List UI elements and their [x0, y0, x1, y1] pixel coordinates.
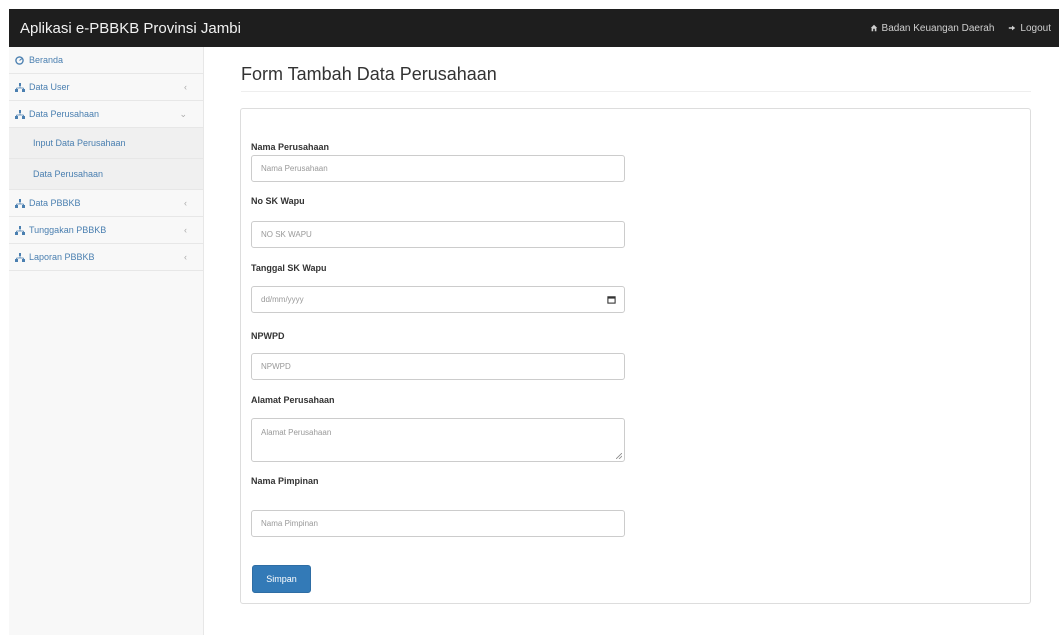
- user-label: Badan Keuangan Daerah: [881, 22, 995, 34]
- sidebar-item-beranda[interactable]: Beranda: [9, 47, 203, 74]
- sign-out-icon: [1009, 25, 1016, 31]
- nama-perusahaan-input[interactable]: Nama Perusahaan: [251, 155, 625, 182]
- field-label-tanggal-sk-wapu: Tanggal SK Wapu: [251, 263, 327, 273]
- sitemap-icon: [14, 82, 25, 93]
- calendar-icon[interactable]: [607, 295, 616, 304]
- field-label-alamat-perusahaan: Alamat Perusahaan: [251, 395, 335, 405]
- sitemap-icon: [14, 198, 25, 209]
- chevron-left-icon: ‹: [184, 252, 187, 262]
- sidebar: Beranda Data User ‹ Data Perusahaan ⌄ In…: [9, 47, 204, 635]
- resize-handle-icon[interactable]: [616, 453, 622, 459]
- input-placeholder: Alamat Perusahaan: [261, 428, 332, 437]
- title-divider: [241, 91, 1031, 92]
- user-link[interactable]: Badan Keuangan Daerah: [870, 22, 995, 34]
- chevron-left-icon: ‹: [184, 198, 187, 208]
- nama-pimpinan-input[interactable]: Nama Pimpinan: [251, 510, 625, 537]
- sidebar-item-label: Beranda: [29, 55, 64, 65]
- logout-link[interactable]: Logout: [1008, 23, 1051, 34]
- home-icon: [870, 24, 877, 32]
- sidebar-item-data-perusahaan[interactable]: Data Perusahaan ⌄: [9, 101, 203, 128]
- field-label-no-sk-wapu: No SK Wapu: [251, 196, 305, 206]
- top-navbar: Aplikasi e-PBBKB Provinsi Jambi Badan Ke…: [9, 9, 1059, 47]
- sitemap-icon: [14, 252, 25, 263]
- input-placeholder: dd/mm/yyyy: [261, 295, 304, 304]
- sidebar-item-data-pbbkb[interactable]: Data PBBKB ‹: [9, 190, 203, 217]
- field-label-npwpd: NPWPD: [251, 331, 285, 341]
- chevron-left-icon: ‹: [184, 82, 187, 92]
- input-placeholder: NPWPD: [261, 362, 291, 371]
- tanggal-sk-wapu-date-input[interactable]: dd/mm/yyyy: [251, 286, 625, 313]
- top-right-links: Badan Keuangan Daerah Logout: [870, 23, 1059, 34]
- field-label-nama-pimpinan: Nama Pimpinan: [251, 476, 319, 486]
- input-placeholder: Nama Perusahaan: [261, 164, 328, 173]
- sidebar-item-label: Tunggakan PBBKB: [29, 225, 107, 235]
- dashboard-icon: [14, 55, 25, 66]
- input-placeholder: NO SK WAPU: [261, 230, 312, 239]
- no-sk-wapu-input[interactable]: NO SK WAPU: [251, 221, 625, 248]
- simpan-button[interactable]: Simpan: [252, 565, 311, 593]
- input-placeholder: Nama Pimpinan: [261, 519, 318, 528]
- sidebar-item-data-user[interactable]: Data User ‹: [9, 74, 203, 101]
- logout-label: Logout: [1020, 22, 1051, 34]
- sidebar-subitem-input-data-perusahaan[interactable]: Input Data Perusahaan: [9, 128, 203, 159]
- sidebar-item-label: Data Perusahaan: [29, 109, 100, 119]
- field-label-nama-perusahaan: Nama Perusahaan: [251, 142, 330, 152]
- sidebar-item-label: Laporan PBBKB: [29, 252, 95, 262]
- chevron-left-icon: ‹: [184, 225, 187, 235]
- sidebar-item-label: Data User: [29, 82, 70, 92]
- app-title[interactable]: Aplikasi e-PBBKB Provinsi Jambi: [9, 20, 241, 37]
- sidebar-subitem-data-perusahaan[interactable]: Data Perusahaan: [9, 159, 203, 190]
- chevron-down-icon: ⌄: [179, 108, 187, 119]
- npwpd-input[interactable]: NPWPD: [251, 353, 625, 380]
- page-title: Form Tambah Data Perusahaan: [241, 64, 497, 84]
- sidebar-item-laporan-pbbkb[interactable]: Laporan PBBKB ‹: [9, 244, 203, 271]
- alamat-perusahaan-textarea[interactable]: Alamat Perusahaan: [251, 418, 625, 462]
- sitemap-icon: [14, 109, 25, 120]
- sidebar-item-label: Data PBBKB: [29, 198, 81, 208]
- sidebar-item-tunggakan-pbbkb[interactable]: Tunggakan PBBKB ‹: [9, 217, 203, 244]
- sitemap-icon: [14, 225, 25, 236]
